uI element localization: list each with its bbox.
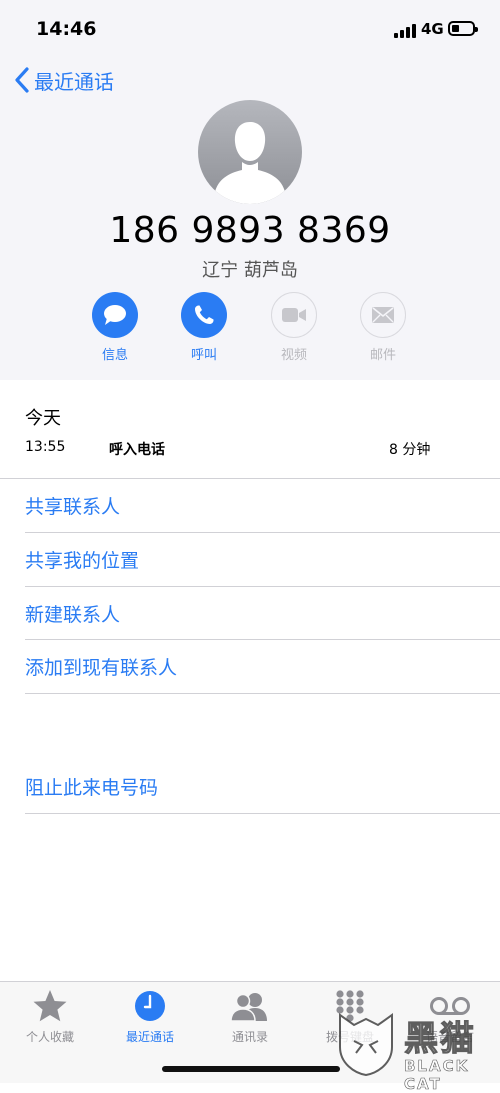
divider [25, 532, 500, 533]
add-to-existing-contact-button[interactable]: 添加到现有联系人 [25, 653, 177, 680]
battery-icon [448, 21, 478, 36]
call-type: 呼入电话 [109, 442, 165, 458]
tab-label: 最近通话 [125, 1030, 174, 1044]
watermark-cn: 黑猫 [403, 1018, 476, 1059]
tab-label: 通讯录 [231, 1030, 268, 1044]
divider [25, 639, 500, 640]
video-icon [282, 308, 306, 322]
phone-number: 186 9893 8369 [109, 210, 391, 251]
watermark-en: BLACK CAT [404, 1057, 470, 1093]
cellular-signal-icon [394, 24, 418, 38]
history-heading: 今天 [25, 408, 61, 429]
divider [0, 478, 500, 479]
phone-icon [195, 305, 214, 324]
call-duration: 8 分钟 [389, 442, 431, 458]
avatar [198, 100, 302, 204]
video-button[interactable]: 视频 [259, 292, 329, 363]
star-icon [33, 990, 67, 1022]
video-label: 视频 [280, 348, 307, 363]
back-button[interactable]: 最近通话 [14, 66, 114, 94]
status-time: 14:46 [36, 18, 97, 40]
watermark: 黑猫 BLACK CAT [330, 1005, 500, 1093]
network-type: 4G [421, 20, 444, 38]
call-label: 呼叫 [190, 348, 217, 363]
phone-location: 辽宁 葫芦岛 [202, 260, 298, 281]
contacts-icon [230, 993, 267, 1021]
person-silhouette-icon [215, 122, 285, 204]
clock-icon [135, 991, 165, 1021]
share-location-button[interactable]: 共享我的位置 [25, 546, 139, 573]
divider [25, 586, 500, 587]
mail-label: 邮件 [369, 348, 396, 363]
chevron-left-icon [15, 67, 29, 93]
tab-favorites[interactable]: 个人收藏 [0, 988, 100, 1045]
call-time: 13:55 [25, 439, 66, 455]
call-button[interactable]: 呼叫 [169, 292, 239, 363]
mail-button[interactable]: 邮件 [348, 292, 418, 363]
share-contact-button[interactable]: 共享联系人 [25, 492, 120, 519]
tab-recents[interactable]: 最近通话 [100, 988, 200, 1045]
message-icon [104, 305, 126, 325]
new-contact-button[interactable]: 新建联系人 [25, 600, 120, 627]
tab-contacts[interactable]: 通讯录 [200, 988, 300, 1045]
divider [25, 693, 500, 694]
message-button[interactable]: 信息 [80, 292, 150, 363]
block-caller-button[interactable]: 阻止此来电号码 [25, 773, 158, 800]
black-cat-logo-icon [339, 1013, 393, 1077]
divider [25, 813, 500, 814]
home-indicator [162, 1066, 340, 1072]
mail-icon [372, 307, 394, 323]
contact-header: 14:46 4G 最近通话 186 9893 8369 辽宁 葫芦岛 信息 呼叫… [0, 0, 500, 380]
message-label: 信息 [101, 348, 128, 363]
back-label: 最近通话 [34, 69, 114, 94]
tab-label: 个人收藏 [25, 1030, 74, 1044]
status-bar: 14:46 4G [0, 0, 500, 60]
